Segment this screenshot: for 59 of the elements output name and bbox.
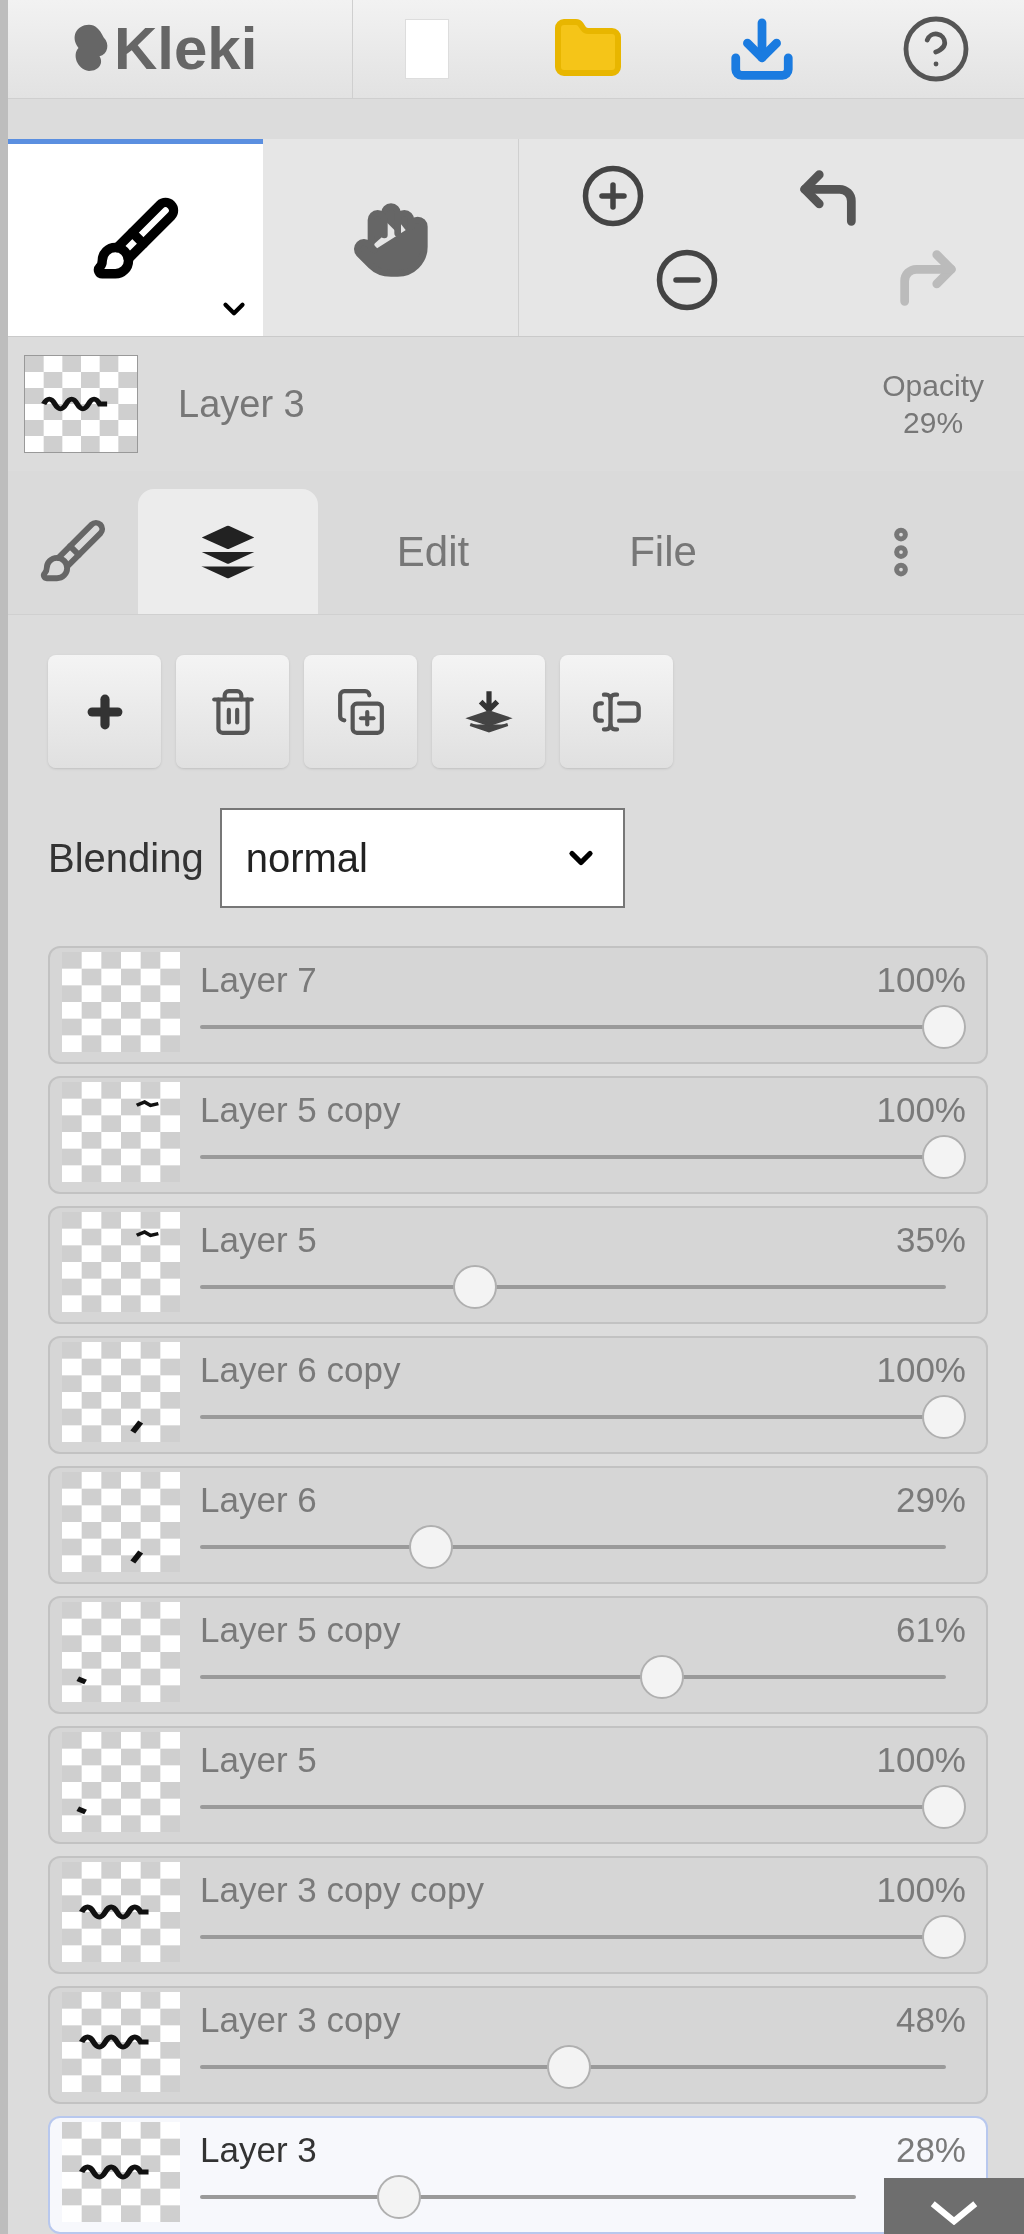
layer-opacity: 100%: [876, 1351, 966, 1387]
layer-opacity: 29%: [895, 1481, 966, 1517]
layer-opacity: 61%: [895, 1611, 966, 1647]
opacity-slider[interactable]: [200, 1134, 966, 1179]
layer-action-button[interactable]: [304, 655, 417, 768]
opacity-value: 29%: [903, 405, 964, 442]
duplicate-icon: [335, 686, 386, 737]
app-logo[interactable]: Kleki: [114, 19, 258, 80]
layer-item[interactable]: Layer 3 copy 48%: [48, 1986, 988, 2104]
layer-item[interactable]: Layer 7 100%: [48, 946, 988, 1064]
layer-item[interactable]: Layer 5 35%: [48, 1206, 988, 1324]
layer-opacity: 28%: [895, 2131, 966, 2167]
layer-item[interactable]: Layer 5 copy 100%: [48, 1076, 988, 1194]
layer-name: Layer 3 copy copy: [200, 1871, 485, 1907]
opacity-slider[interactable]: [200, 1004, 966, 1049]
layer-item[interactable]: Layer 3 copy copy 100%: [48, 1856, 988, 1974]
layer-opacity: 100%: [876, 1741, 966, 1777]
layer-action-button[interactable]: [432, 655, 545, 768]
layer-item[interactable]: Layer 5 copy 61%: [48, 1596, 988, 1714]
layer-item[interactable]: Layer 5 100%: [48, 1726, 988, 1844]
opacity-slider[interactable]: [200, 1784, 966, 1829]
panel-tab[interactable]: Edit: [318, 489, 548, 614]
layer-item[interactable]: Layer 3 28%: [48, 2116, 988, 2234]
blending-label: Blending: [48, 835, 204, 882]
layer-opacity: 100%: [876, 961, 966, 997]
slider-thumb[interactable]: [922, 1134, 966, 1179]
layer-opacity: 100%: [876, 1871, 966, 1907]
opacity-slider[interactable]: [200, 1394, 966, 1439]
layer-name: Layer 6 copy: [200, 1351, 401, 1387]
layer-opacity: 100%: [876, 1091, 966, 1127]
slider-thumb[interactable]: [922, 1914, 966, 1959]
chevron-down-icon: [929, 2200, 979, 2225]
layer-name: Layer 3 copy: [200, 2001, 401, 2037]
layer-name: Layer 5: [200, 1741, 317, 1777]
opacity-slider[interactable]: [200, 1914, 966, 1959]
slider-thumb[interactable]: [922, 1004, 966, 1049]
layer-opacity: 48%: [895, 2001, 966, 2037]
layer-item[interactable]: Layer 6 copy 100%: [48, 1336, 988, 1454]
new-image-icon[interactable]: [404, 19, 449, 80]
layer-action-button[interactable]: [176, 655, 289, 768]
layer-name: Layer 5 copy: [200, 1611, 401, 1647]
slider-thumb[interactable]: [922, 1394, 966, 1439]
panel-tab[interactable]: File: [548, 489, 778, 614]
layer-name: Layer 3: [200, 2131, 317, 2167]
panel-tab[interactable]: [138, 489, 318, 614]
layer-opacity: 35%: [895, 1221, 966, 1257]
layer-name: Layer 7: [200, 961, 317, 997]
layer-action-button[interactable]: [560, 655, 673, 768]
layer-action-button[interactable]: [48, 655, 161, 768]
blending-select[interactable]: normal: [219, 808, 625, 908]
current-layer-name: Layer 3: [178, 381, 306, 427]
layer-name: Layer 5 copy: [200, 1091, 401, 1127]
layer-name: Layer 6: [200, 1481, 317, 1517]
collapse-button[interactable]: [884, 2178, 1024, 2234]
tool-tab[interactable]: [8, 138, 263, 337]
layer-item[interactable]: Layer 6 29%: [48, 1466, 988, 1584]
slider-thumb[interactable]: [922, 1784, 966, 1829]
opacity-label: Opacity: [882, 367, 984, 404]
layer-name: Layer 5: [200, 1221, 317, 1257]
